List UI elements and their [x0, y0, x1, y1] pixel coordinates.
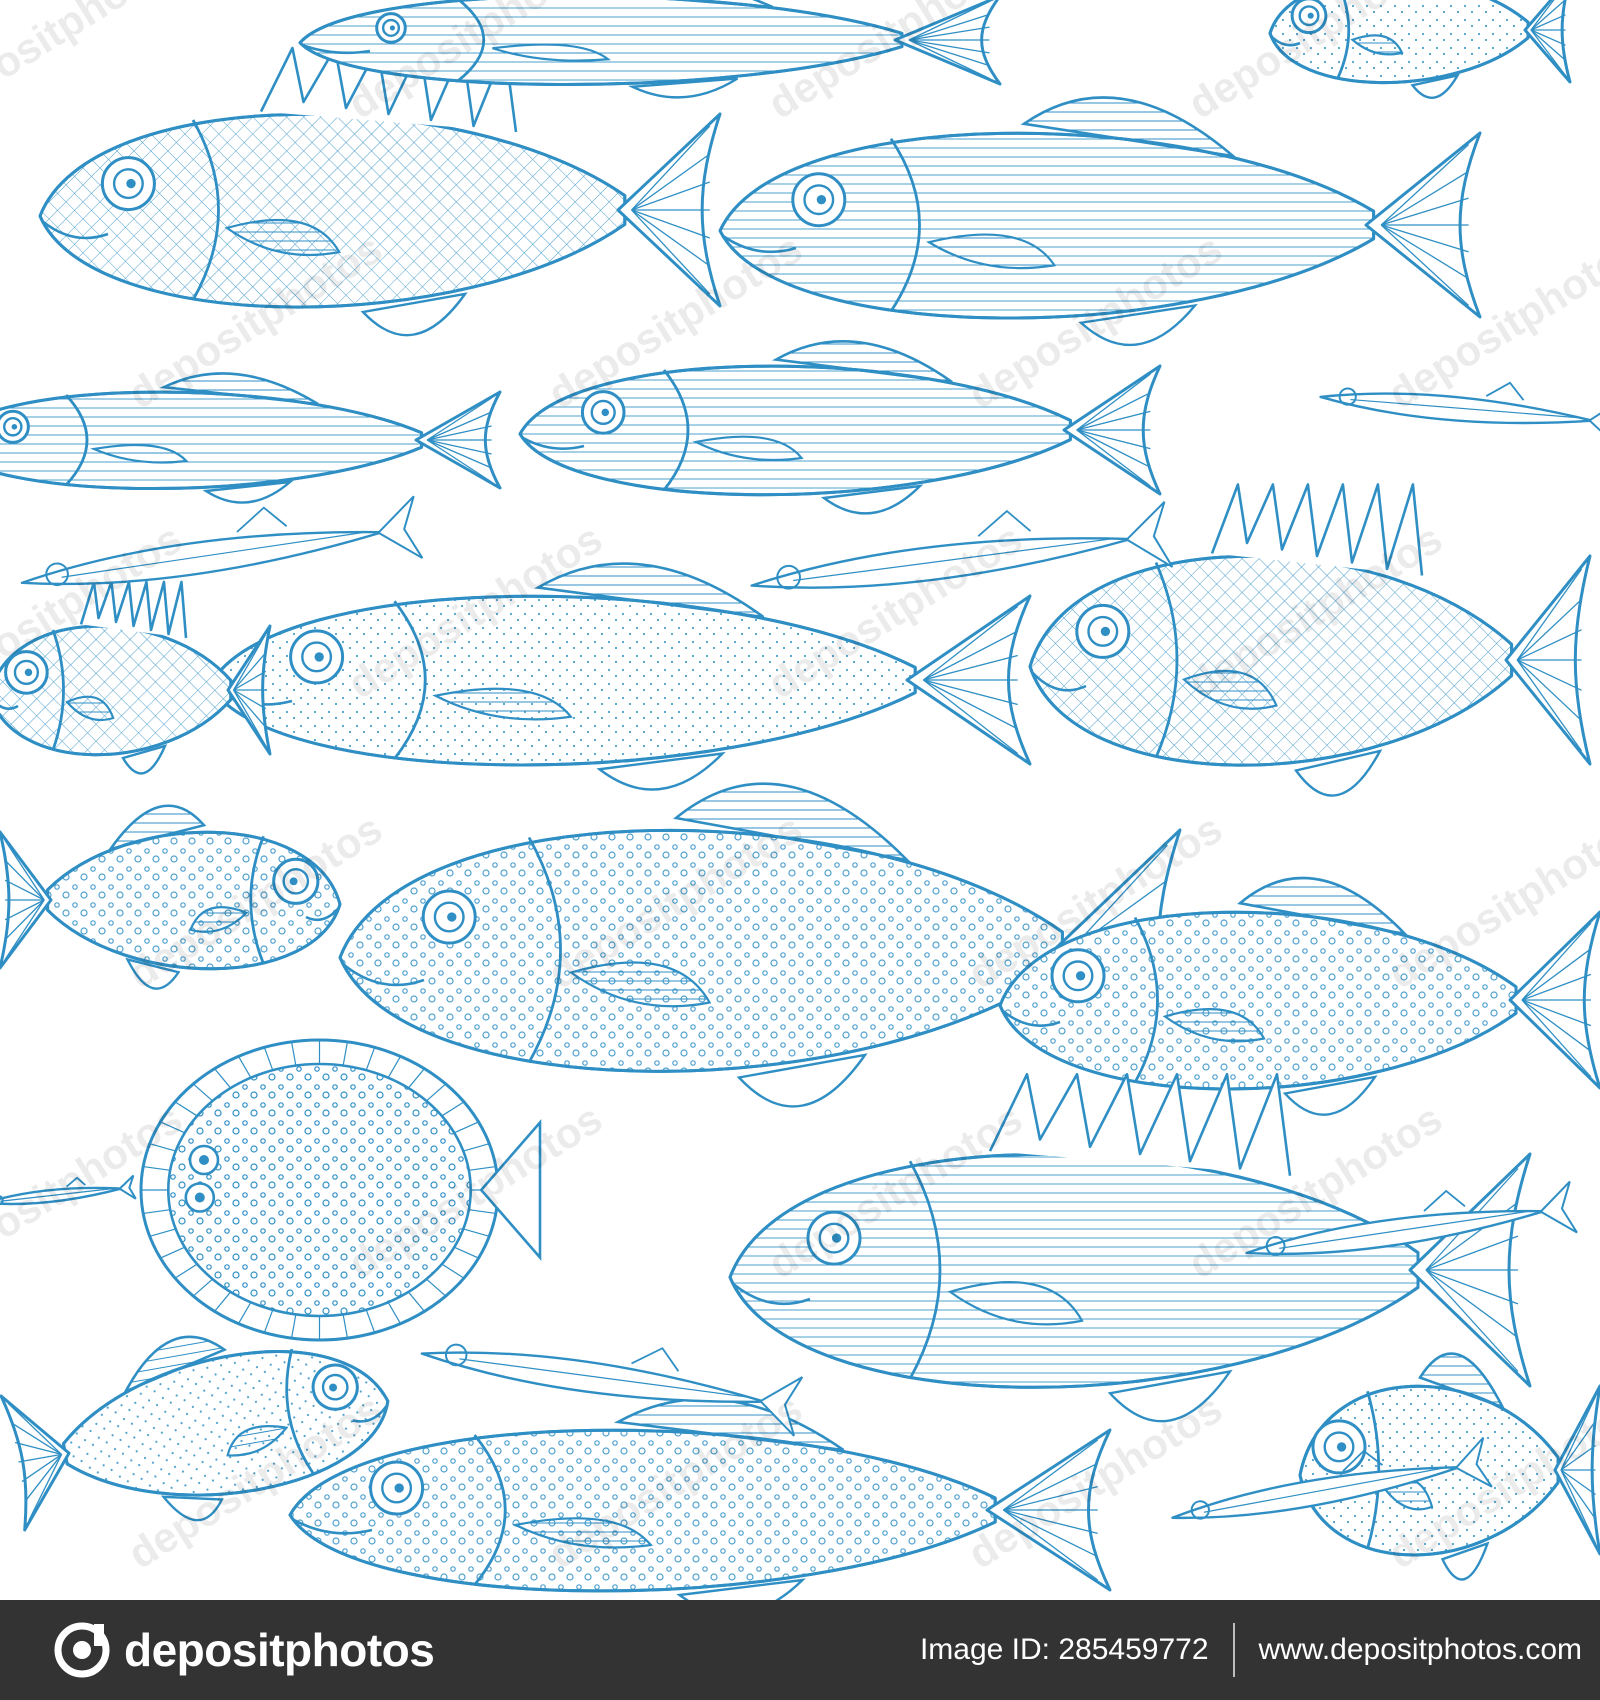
saury-fish-left [0, 372, 502, 504]
fish-pattern-illustration: depositphotos depositphotos depositphotos d… [0, 0, 1600, 1600]
logo-text: depositphotos [124, 1624, 435, 1676]
depositphotos-logo[interactable]: depositphotos [54, 1622, 435, 1678]
stock-footer-bar: depositphotos Image ID: 285459772 www.de… [0, 1600, 1600, 1700]
depositphotos-logo-icon [54, 1622, 110, 1678]
site-url-link[interactable]: www.depositphotos.com [1259, 1633, 1583, 1667]
image-id-label: Image ID: 285459772 [919, 1633, 1209, 1666]
stock-image-canvas: depositphotos depositphotos depositphotos d… [0, 0, 1600, 1700]
footer-divider [1232, 1623, 1235, 1677]
watermark-text: depositphotos [0, 0, 190, 128]
